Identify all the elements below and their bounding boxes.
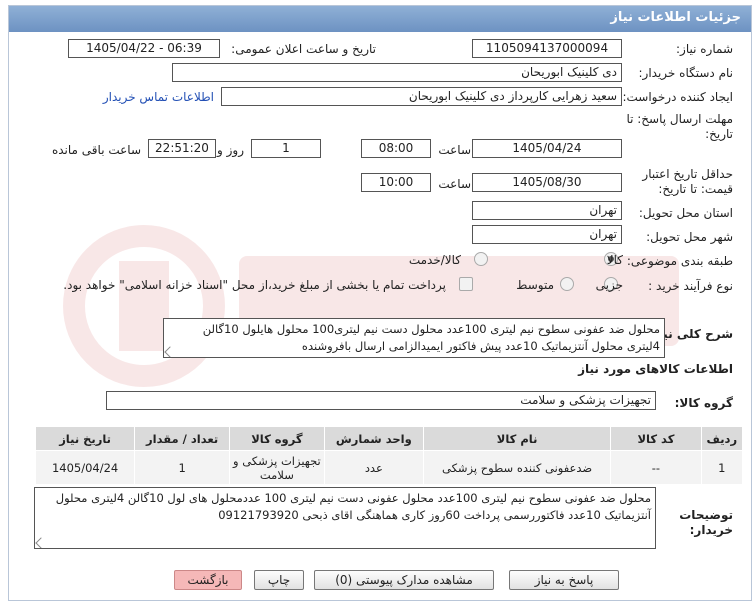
- treasury-checkbox[interactable]: [459, 277, 473, 291]
- deadline-label: مهلت ارسال پاسخ: تا: [626, 112, 733, 126]
- attachments-button[interactable]: مشاهده مدارک پیوستی (0): [314, 570, 494, 590]
- back-button[interactable]: بازگشت: [174, 570, 242, 590]
- validity-label-2: قیمت: تا تاریخ:: [658, 182, 733, 196]
- goods-group-label: گروه کالا:: [674, 396, 733, 410]
- remaining-time-field: 22:51:20: [148, 139, 216, 158]
- buyer-notes-text: محلول ضد عفونی سطوح نیم لیتری 100عدد محل…: [55, 491, 651, 522]
- cell-code: --: [610, 450, 702, 485]
- print-button[interactable]: چاپ: [254, 570, 304, 590]
- col-row: ردیف: [700, 426, 744, 451]
- cell-group: تجهیزات پزشکی و سلامت: [228, 450, 325, 485]
- col-unit: واحد شمارش: [323, 426, 424, 451]
- cell-unit: عدد: [323, 450, 424, 485]
- need-number-label: شماره نیاز:: [676, 42, 733, 56]
- col-date: تاریخ نیاز: [34, 426, 136, 451]
- radio-goods-service-label: کالا/خدمت: [408, 253, 461, 267]
- remaining-label: ساعت باقی مانده: [51, 143, 141, 157]
- deadline-time-field: 08:00: [361, 139, 431, 158]
- announce-field: 1405/04/22 - 06:39: [68, 39, 220, 58]
- buyer-contact-link[interactable]: اطلاعات تماس خریدار: [103, 90, 214, 104]
- panel-title: جزئیات اطلاعات نیاز: [9, 6, 751, 32]
- validity-date-field: 1405/08/30: [472, 173, 622, 192]
- col-qty: تعداد / مقدار: [134, 426, 230, 451]
- buyer-notes-textarea: محلول ضد عفونی سطوح نیم لیتری 100عدد محل…: [34, 487, 656, 549]
- radio-goods-service[interactable]: [474, 252, 488, 266]
- buyer-org-field: دی کلینیک ابوریحان: [172, 63, 622, 82]
- deadline-label-2: تاریخ:: [705, 127, 733, 141]
- deadline-date-field: 1405/04/24: [472, 139, 622, 158]
- cell-date: 1405/04/24: [34, 450, 136, 485]
- resize-grip-icon[interactable]: [164, 346, 176, 357]
- radio-goods-label: کالا: [606, 253, 623, 267]
- days-field: 1: [251, 139, 321, 158]
- validity-time-field: 10:00: [361, 173, 431, 192]
- province-label: استان محل تحویل:: [638, 206, 733, 220]
- buyer-notes-label-2: خریدار:: [689, 523, 733, 537]
- creator-label: ایجاد کننده درخواست:: [622, 90, 733, 104]
- treasury-note: پرداخت تمام یا بخشی از مبلغ خرید،از محل …: [63, 278, 446, 292]
- validity-time-label: ساعت: [438, 177, 471, 191]
- city-field: تهران: [472, 225, 622, 244]
- table-header-row: ردیف کد کالا نام کالا واحد شمارش گروه کا…: [34, 426, 744, 451]
- summary-textarea: محلول ضد عفونی سطوح نیم لیتری 100عدد محل…: [163, 318, 665, 358]
- days-label: روز و: [217, 143, 244, 157]
- summary-text: محلول ضد عفونی سطوح نیم لیتری 100عدد محل…: [202, 322, 660, 353]
- deadline-time-label: ساعت: [438, 143, 471, 157]
- col-group: گروه کالا: [228, 426, 325, 451]
- goods-table: ردیف کد کالا نام کالا واحد شمارش گروه کا…: [34, 426, 744, 485]
- radio-medium-label: متوسط: [516, 278, 554, 292]
- col-name: نام کالا: [422, 426, 612, 451]
- process-label: نوع فرآیند خرید :: [648, 279, 733, 293]
- table-row[interactable]: 1 -- ضدعفونی کننده سطوح پزشکی عدد تجهیزا…: [34, 450, 744, 485]
- details-panel: جزئیات اطلاعات نیاز شماره نیاز: 11050941…: [8, 5, 752, 601]
- radio-medium[interactable]: [560, 277, 574, 291]
- cell-name: ضدعفونی کننده سطوح پزشکی: [422, 450, 612, 485]
- goods-section-title: اطلاعات کالاهای مورد نیاز: [578, 362, 733, 376]
- buyer-org-label: نام دستگاه خریدار:: [638, 66, 734, 80]
- cell-row: 1: [700, 450, 744, 485]
- col-code: کد کالا: [610, 426, 702, 451]
- resize-grip-icon[interactable]: [35, 537, 47, 548]
- province-field: تهران: [472, 201, 622, 220]
- creator-field: سعید زهرایی کارپرداز دی کلینیک ابوریحان: [221, 87, 622, 106]
- city-label: شهر محل تحویل:: [646, 230, 733, 244]
- category-label: طبقه بندی موضوعی:: [626, 254, 733, 268]
- cell-qty: 1: [134, 450, 230, 485]
- reply-button[interactable]: پاسخ به نیاز: [509, 570, 619, 590]
- need-number-field: 1105094137000094: [472, 39, 622, 58]
- radio-partial-label: جزیی: [595, 278, 623, 292]
- buyer-notes-label: توضیحات: [679, 508, 733, 522]
- validity-label: حداقل تاریخ اعتبار: [642, 167, 733, 181]
- announce-label: تاریخ و ساعت اعلان عمومی:: [231, 42, 376, 56]
- goods-group-field: تجهیزات پزشکی و سلامت: [106, 391, 656, 410]
